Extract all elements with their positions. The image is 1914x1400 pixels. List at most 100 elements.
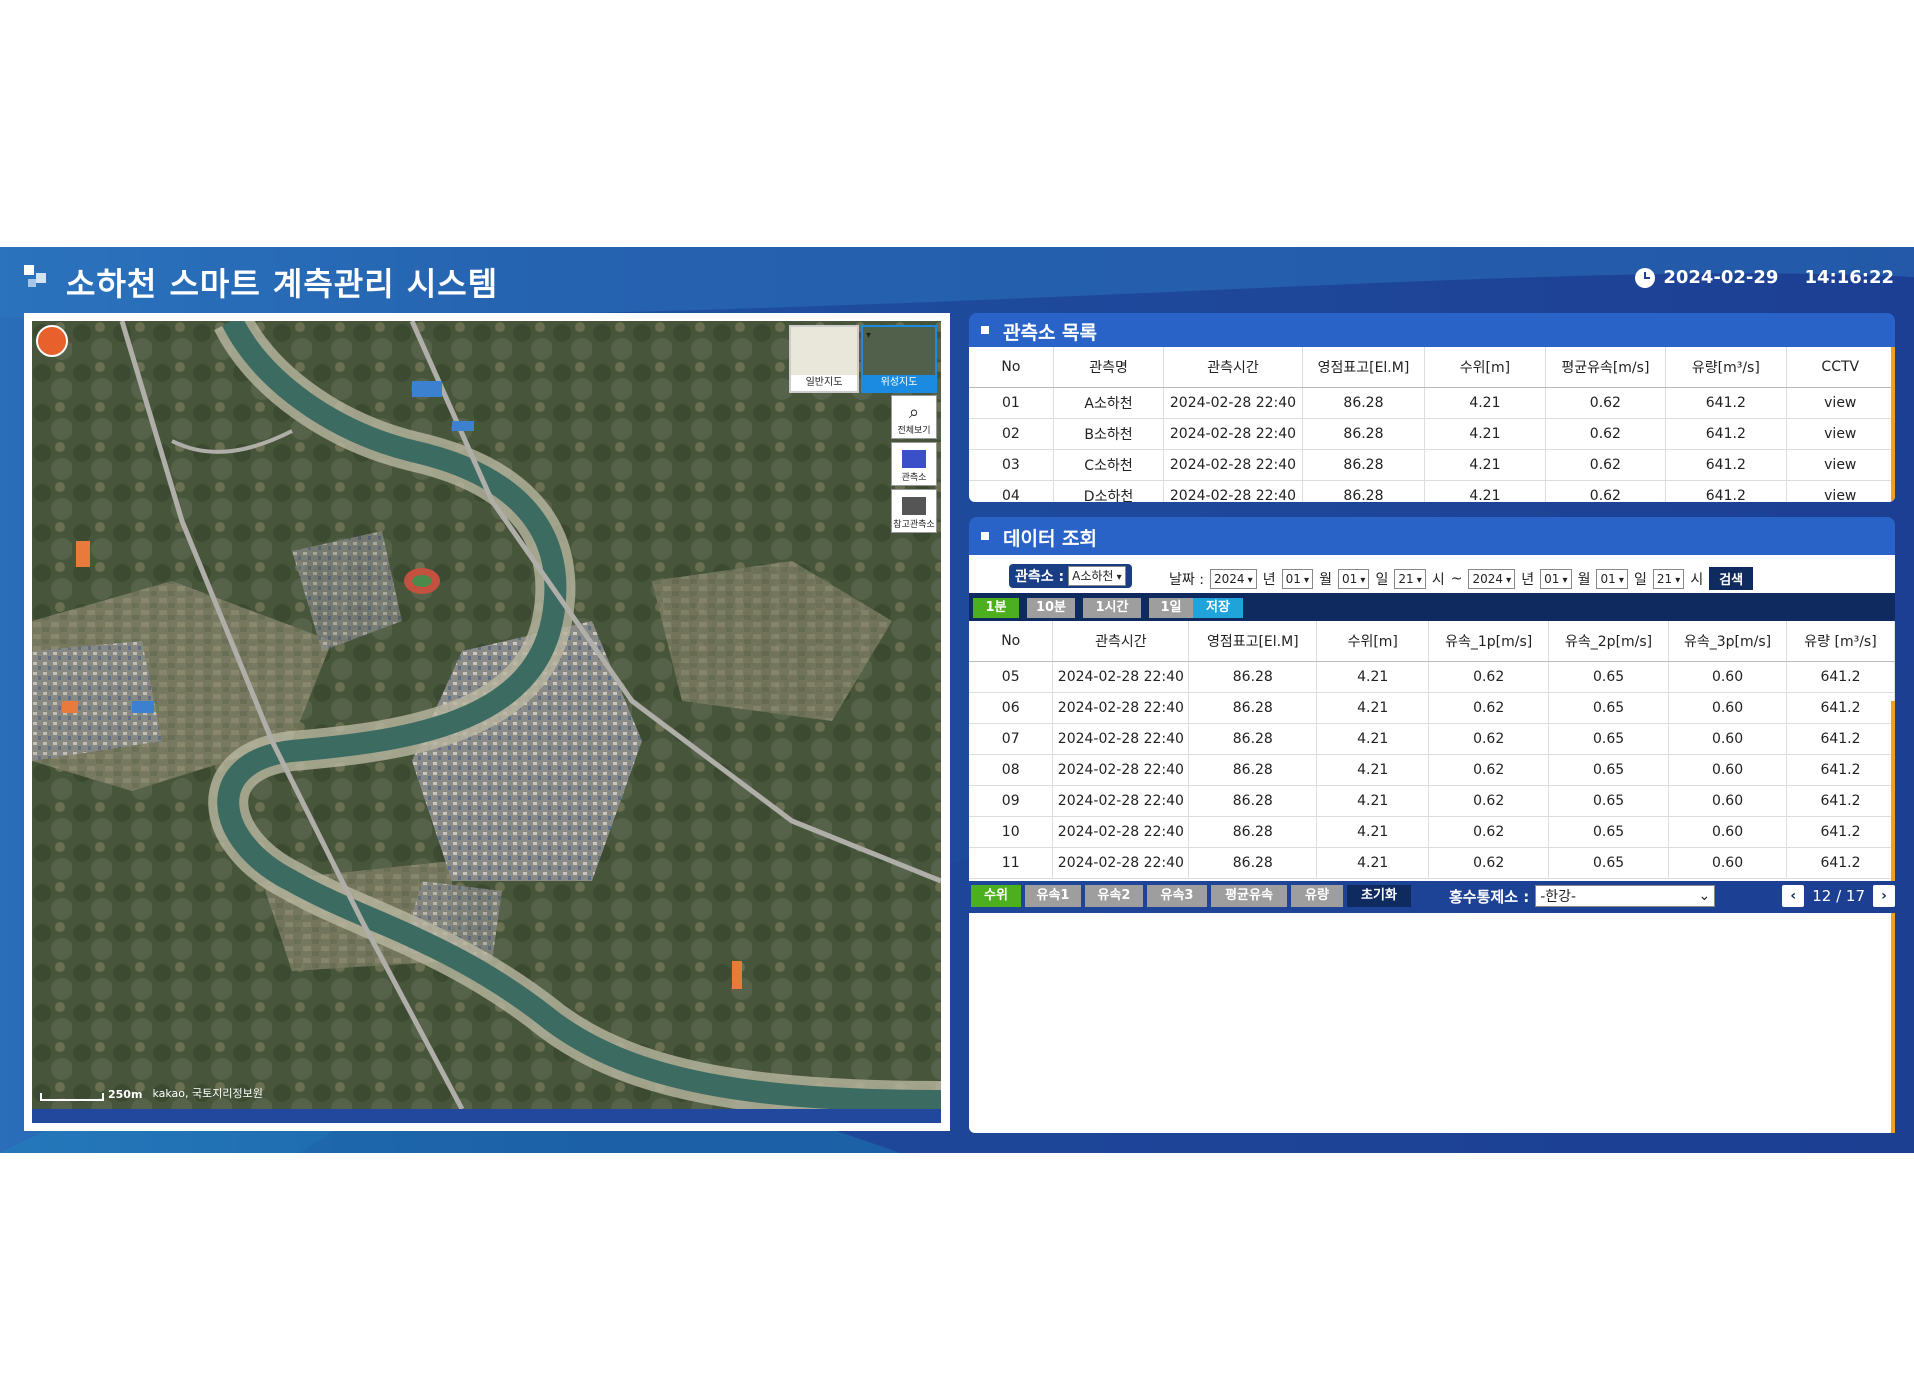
map-type-normal[interactable]: 일반지도 (789, 325, 859, 393)
table-row[interactable]: 10 2024-02-28 22:40 86.28 4.21 0.62 0.65 0.60 6… (969, 816, 1895, 848)
data-table-panel: No 관측시간 영점표고[El.M] 수위[m] 유속_1p[m/s] 유속_2p[m/s… (969, 621, 1895, 881)
table-row[interactable]: 04 D소하천 2024-02-28 22:40 86.28 4.21 0.62 641.2… (969, 480, 1895, 502)
to-hour-select[interactable]: 21 (1652, 568, 1685, 589)
table-cell: 4.21 (1424, 418, 1546, 450)
station-list-title: 관측소 목록 (1003, 322, 1098, 344)
map-type-satellite[interactable]: 위성지도 (861, 325, 937, 393)
tab-interval-1hour[interactable]: 1시간 (1083, 598, 1141, 618)
scrollbar[interactable] (1891, 913, 1895, 1133)
table-cell: 86.28 (1188, 847, 1318, 879)
table-cell: 0.62 (1428, 847, 1550, 879)
table-cell: 641.2 (1665, 418, 1787, 450)
clock-time: 14:16:22 (1804, 267, 1894, 288)
table-cell: 86.28 (1302, 387, 1426, 419)
table-cell: 2024-02-28 22:40 (1052, 661, 1190, 693)
tab-velocity-2[interactable]: 유속2 (1085, 885, 1143, 907)
table-cell: 0.62 (1428, 723, 1550, 755)
cctv-view-link[interactable]: view (1786, 387, 1895, 419)
cctv-view-link[interactable]: view (1786, 449, 1895, 481)
data-column-header: No (969, 621, 1054, 662)
station-dropdown[interactable]: A소하천 (1068, 566, 1126, 586)
table-row[interactable]: 01 A소하천 2024-02-28 22:40 86.28 4.21 0.62 641.2… (969, 387, 1895, 419)
table-cell: 0.65 (1548, 785, 1670, 817)
cctv-view-link[interactable]: view (1786, 480, 1895, 502)
table-cell: 11 (969, 847, 1054, 879)
unit-day: 일 (1633, 571, 1647, 588)
rss-layer-button[interactable] (36, 325, 68, 357)
tool-station[interactable]: 관측소 (891, 442, 937, 486)
tab-avg-velocity[interactable]: 평균유속 (1211, 885, 1287, 907)
to-month-select[interactable]: 01 (1540, 568, 1572, 589)
table-row[interactable]: 07 2024-02-28 22:40 86.28 4.21 0.62 0.65 0.60 6… (969, 723, 1895, 755)
flood-control-value: -한강- (1540, 889, 1577, 905)
flood-control-dropdown[interactable]: -한강- ⌄ (1535, 885, 1716, 907)
table-cell: 0.60 (1668, 661, 1787, 693)
from-month-select[interactable]: 01 (1281, 568, 1314, 589)
table-cell: 0.65 (1548, 816, 1670, 848)
table-cell: 07 (969, 723, 1054, 755)
from-year-select[interactable]: 2024 (1209, 568, 1257, 589)
table-cell: A소하천 (1053, 387, 1165, 419)
map-type-switch: 일반지도 위성지도 (789, 325, 937, 393)
to-year-select[interactable]: 2024 (1468, 568, 1516, 589)
table-cell: 86.28 (1188, 723, 1318, 755)
next-page-button[interactable]: › (1873, 885, 1895, 907)
station-select[interactable]: 관측소 : A소하천 (1009, 564, 1132, 588)
table-cell: 641.2 (1786, 816, 1895, 848)
unit-month: 월 (1319, 571, 1332, 588)
tab-velocity-3[interactable]: 유속3 (1147, 885, 1207, 907)
scrollbar[interactable] (1891, 347, 1895, 502)
table-cell: 641.2 (1786, 661, 1895, 693)
table-cell: 0.60 (1668, 754, 1787, 786)
tab-water-level[interactable]: 수위 (971, 885, 1021, 907)
table-cell: 04 (969, 480, 1054, 502)
table-cell: 641.2 (1665, 387, 1787, 419)
save-button[interactable]: 저장 (1193, 598, 1243, 618)
table-cell: 86.28 (1188, 785, 1318, 817)
range-tilde: ~ (1450, 570, 1463, 587)
tab-interval-1min[interactable]: 1분 (973, 598, 1019, 618)
unit-hour: 시 (1431, 571, 1445, 588)
table-row[interactable]: 02 B소하천 2024-02-28 22:40 86.28 4.21 0.62 641.2… (969, 418, 1895, 450)
table-row[interactable]: 05 2024-02-28 22:40 86.28 4.21 0.62 0.65 0.60 6… (969, 661, 1895, 693)
from-day-select[interactable]: 01 (1337, 568, 1370, 589)
map-footer (32, 1109, 941, 1123)
table-cell: 2024-02-28 22:40 (1052, 847, 1190, 879)
data-query-title: 데이터 조회 (1003, 528, 1098, 550)
cctv-view-link[interactable]: view (1786, 418, 1895, 450)
data-column-header: 유속_1p[m/s] (1428, 621, 1550, 662)
tab-interval-10min[interactable]: 10분 (1027, 598, 1075, 618)
table-cell: 0.60 (1668, 692, 1787, 724)
table-cell: D소하천 (1053, 480, 1165, 502)
reset-button[interactable]: 초기화 (1347, 885, 1411, 907)
from-hour-select[interactable]: 21 (1394, 568, 1426, 589)
tab-discharge[interactable]: 유량 (1291, 885, 1343, 907)
flood-control-label: 홍수통제소 : (1449, 887, 1530, 906)
table-cell: 4.21 (1316, 816, 1430, 848)
tab-interval-1day[interactable]: 1일 (1149, 598, 1193, 618)
scrollbar[interactable] (1891, 701, 1895, 881)
search-button[interactable]: 검색 (1709, 567, 1754, 590)
table-cell: B소하천 (1053, 418, 1165, 450)
tab-velocity-1[interactable]: 유속1 (1025, 885, 1081, 907)
tool-ref-station[interactable]: 참고관측소 (891, 489, 937, 533)
chart-tabs: 수위 유속1 유속2 유속3 평균유속 유량 초기화 홍수통제소 : -한강- … (969, 881, 1895, 911)
table-cell: 641.2 (1786, 692, 1895, 724)
table-row[interactable]: 03 C소하천 2024-02-28 22:40 86.28 4.21 0.62 641.2… (969, 449, 1895, 481)
table-row[interactable]: 09 2024-02-28 22:40 86.28 4.21 0.62 0.65 0.60 6… (969, 785, 1895, 817)
table-cell: 0.60 (1668, 847, 1787, 879)
satellite-map[interactable]: 일반지도 위성지도 ⌕ 전체보기 관측소 참고관측소 (32, 321, 941, 1109)
tool-station-label: 관측소 (901, 473, 927, 483)
table-cell: 0.60 (1668, 723, 1787, 755)
table-row[interactable]: 11 2024-02-28 22:40 86.28 4.21 0.62 0.65 0.60 6… (969, 847, 1895, 879)
map-panel: 일반지도 위성지도 ⌕ 전체보기 관측소 참고관측소 (24, 313, 950, 1131)
tool-full-view[interactable]: ⌕ 전체보기 (891, 395, 937, 439)
station-column-header: 관측명 (1053, 347, 1165, 388)
table-cell: 0.65 (1548, 692, 1670, 724)
station-list-header: 관측소 목록 (969, 313, 1895, 347)
to-day-select[interactable]: 01 (1596, 568, 1628, 589)
table-cell: 4.21 (1316, 661, 1430, 693)
table-row[interactable]: 06 2024-02-28 22:40 86.28 4.21 0.62 0.65 0.60 6… (969, 692, 1895, 724)
table-row[interactable]: 08 2024-02-28 22:40 86.28 4.21 0.62 0.65 0.60 6… (969, 754, 1895, 786)
prev-page-button[interactable]: ‹ (1782, 885, 1805, 907)
